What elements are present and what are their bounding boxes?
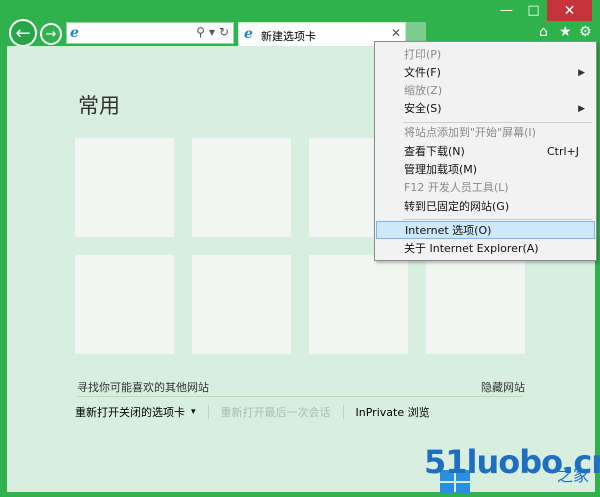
tab-close-icon[interactable]: ✕ <box>391 26 401 40</box>
reopen-last-session-link: 重新打开最后一次会话 <box>220 406 331 419</box>
menu-item-safety[interactable]: 安全(S) ▶ <box>376 100 595 118</box>
close-button[interactable]: ✕ <box>547 0 592 21</box>
window-controls: — □ ✕ <box>493 0 592 21</box>
back-arrow-icon: ← <box>15 22 31 44</box>
back-button[interactable]: ← <box>9 19 37 47</box>
tools-menu: 打印(P) 文件(F) ▶ 缩放(Z) 安全(S) ▶ 将站点添加到"开始"屏幕(I… <box>374 41 597 261</box>
menu-item-internet-options[interactable]: Internet 选项(O) <box>376 221 595 239</box>
ie-icon: e <box>70 25 79 41</box>
address-bar[interactable]: e ⚲ ▾ ↻ <box>66 22 234 44</box>
menu-item-about-ie[interactable]: 关于 Internet Explorer(A) <box>376 240 595 258</box>
maximize-button[interactable]: □ <box>520 0 547 21</box>
chevron-right-icon: ▶ <box>578 104 585 114</box>
chevron-down-icon[interactable]: ▾ <box>209 25 215 39</box>
inprivate-link[interactable]: InPrivate 浏览 <box>356 404 430 420</box>
find-sites-link[interactable]: 寻找你可能喜欢的其他网站 <box>77 379 209 395</box>
menu-separator <box>403 122 592 123</box>
tab-title: 新建选项卡 <box>261 30 316 43</box>
forward-button[interactable]: → <box>40 23 62 45</box>
menu-item-zoom: 缩放(Z) <box>404 84 443 97</box>
menu-item-pinned-sites[interactable]: 转到已固定的网站(G) <box>376 198 595 216</box>
shortcut-label: Ctrl+J <box>546 145 579 158</box>
menu-separator <box>403 219 592 220</box>
watermark-suffix: 之家 <box>557 466 590 485</box>
chevron-right-icon: ▶ <box>578 68 585 78</box>
site-tile[interactable] <box>192 138 291 237</box>
minimize-button[interactable]: — <box>493 0 520 21</box>
menu-item-manage-addons[interactable]: 管理加载项(M) <box>376 161 595 179</box>
home-icon[interactable]: ⌂ <box>539 24 548 40</box>
favorites-star-icon[interactable]: ★ <box>559 24 572 40</box>
ie-icon: e <box>244 26 253 42</box>
site-tile[interactable] <box>426 255 525 354</box>
menu-item-add-to-start: 将站点添加到"开始"屏幕(I) <box>404 126 536 139</box>
session-links: 重新打开关闭的选项卡 ▾ 重新打开最后一次会话 InPrivate 浏览 <box>75 404 430 420</box>
menu-item-print: 打印(P) <box>404 48 442 61</box>
reopen-closed-tabs-link[interactable]: 重新打开关闭的选项卡 <box>75 404 185 420</box>
chevron-down-icon[interactable]: ▾ <box>191 407 196 417</box>
divider <box>342 405 344 419</box>
search-icon[interactable]: ⚲ <box>196 25 205 39</box>
page-title: 常用 <box>78 94 120 118</box>
menu-item-view-downloads[interactable]: 查看下载(N) Ctrl+J <box>376 143 595 161</box>
menu-item-f12-tools: F12 开发人员工具(L) <box>404 181 509 194</box>
refresh-icon[interactable]: ↻ <box>219 25 229 39</box>
forward-arrow-icon: → <box>45 26 57 42</box>
divider <box>77 396 523 397</box>
site-tile[interactable] <box>75 255 174 354</box>
site-tile[interactable] <box>75 138 174 237</box>
site-tile[interactable] <box>309 255 408 354</box>
hide-sites-link[interactable]: 隐藏网站 <box>481 379 525 395</box>
menu-item-file[interactable]: 文件(F) ▶ <box>376 64 595 82</box>
site-tile[interactable] <box>192 255 291 354</box>
gear-icon[interactable]: ⚙ <box>579 24 592 40</box>
divider <box>207 405 209 419</box>
